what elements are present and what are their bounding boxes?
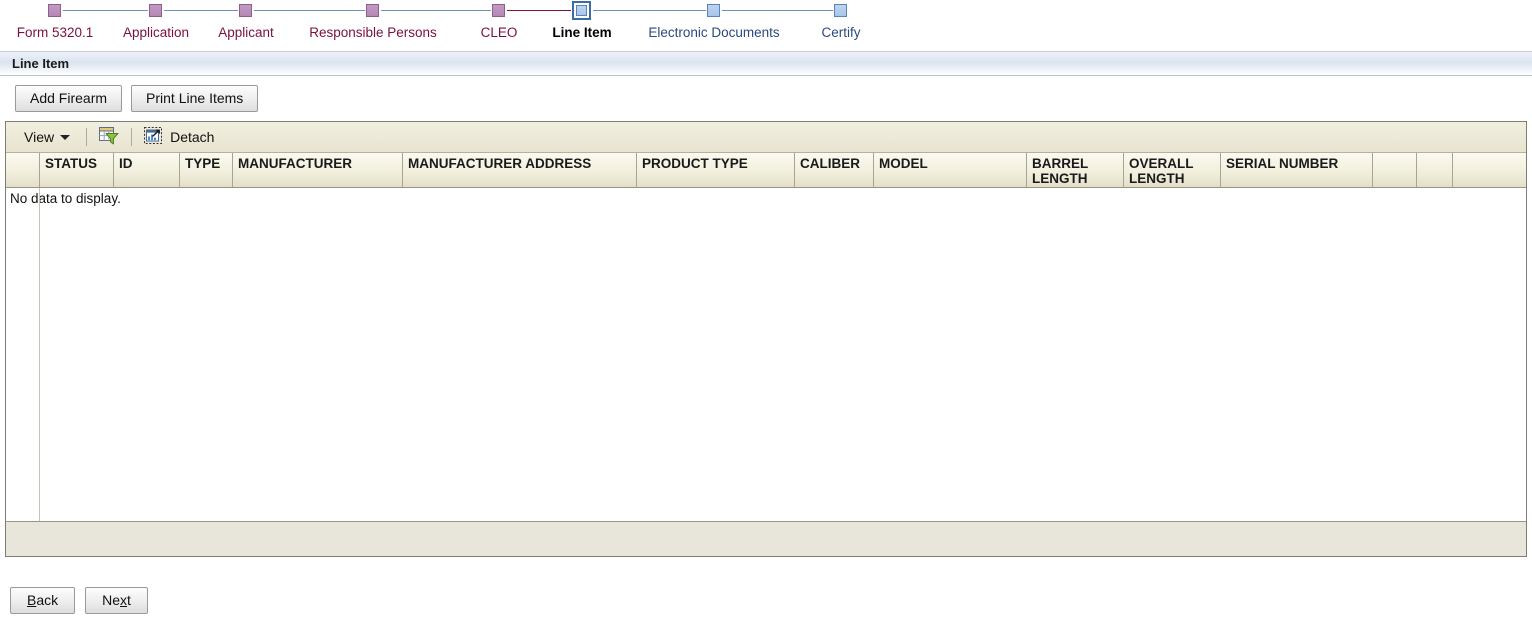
train-connector <box>722 10 833 11</box>
train-node-wrap <box>629 0 799 22</box>
train-node-wrap <box>298 0 448 22</box>
train-step-form-5320-1[interactable]: Form 5320.1 <box>0 0 110 51</box>
toolbar-divider-2 <box>131 128 133 146</box>
line-item-table-panel: View Detach STATUS ID TYPE MANUFACTURER … <box>5 121 1527 557</box>
train-step-line-item[interactable]: Line Item <box>541 0 623 51</box>
wizard-footer-nav: Back Next <box>0 583 1532 614</box>
grid-column-header-caliber[interactable]: CALIBER <box>795 153 874 187</box>
train-step-label: Line Item <box>552 25 612 40</box>
grid-column-header-type[interactable]: TYPE <box>180 153 233 187</box>
train-connector <box>593 10 706 11</box>
train-step-label: Electronic Documents <box>648 25 780 40</box>
grid-column-header-product-type[interactable]: PRODUCT TYPE <box>637 153 795 187</box>
action-button-bar: Add Firearm Print Line Items <box>0 76 1532 121</box>
print-line-items-button[interactable]: Print Line Items <box>131 85 259 112</box>
train-step-label: Responsible Persons <box>309 25 437 40</box>
train-step-certify[interactable]: Certify <box>811 0 871 51</box>
train-node-wrap <box>0 0 110 22</box>
view-menu-button[interactable]: View <box>20 127 74 147</box>
train-step-electronic-documents[interactable]: Electronic Documents <box>629 0 799 51</box>
section-header: Line Item <box>0 52 1532 76</box>
train-step-cleo[interactable]: CLEO <box>470 0 528 51</box>
view-menu-label: View <box>24 129 55 145</box>
grid-status-bar <box>6 522 1526 556</box>
grid-column-header-blank-14[interactable] <box>1453 153 1521 187</box>
train-node-current-icon <box>572 1 591 20</box>
toolbar-divider <box>86 128 88 146</box>
train-connector <box>164 10 238 11</box>
train-step-label: Form 5320.1 <box>16 25 94 40</box>
back-button[interactable]: Back <box>10 587 76 614</box>
train-node-wrap <box>206 0 286 22</box>
grid-toolbar: View Detach <box>6 122 1526 153</box>
train-node-future-icon <box>834 4 847 17</box>
detach-button[interactable]: Detach <box>144 126 215 148</box>
grid-body: No data to display. <box>6 188 1526 522</box>
query-by-example-icon[interactable] <box>99 126 119 148</box>
grid-column-header-blank-0[interactable] <box>6 153 40 187</box>
train-node-wrap <box>811 0 871 22</box>
grid-column-header-id[interactable]: ID <box>114 153 180 187</box>
train-connector <box>254 10 365 11</box>
train-node-visited-icon <box>492 4 505 17</box>
grid-header-row: STATUS ID TYPE MANUFACTURER MANUFACTURER ADD… <box>6 153 1526 188</box>
train-step-label: Certify <box>821 25 861 40</box>
train-node-visited-icon <box>149 4 162 17</box>
train-step-responsible-persons[interactable]: Responsible Persons <box>298 0 448 51</box>
grid-empty-message: No data to display. <box>10 191 121 206</box>
train-node-future-icon <box>707 4 720 17</box>
train-step-label: CLEO <box>480 25 518 40</box>
train-connector <box>381 10 491 11</box>
grid-column-header-blank-12[interactable] <box>1373 153 1417 187</box>
train-node-visited-icon <box>239 4 252 17</box>
train-node-visited-icon <box>366 4 379 17</box>
train-step-label: Applicant <box>218 25 274 40</box>
grid-column-header-barrel-length[interactable]: BARREL LENGTH <box>1027 153 1124 187</box>
grid-column-header-status[interactable]: STATUS <box>40 153 114 187</box>
grid-first-column-divider <box>39 188 40 521</box>
train-connector <box>63 10 148 11</box>
train-step-label: Application <box>122 25 190 40</box>
wizard-train-steps: Form 5320.1 Application Applicant Responsib… <box>0 0 1532 51</box>
grid-column-header-model[interactable]: MODEL <box>874 153 1027 187</box>
grid-column-header-manufacturer-address[interactable]: MANUFACTURER ADDRESS <box>403 153 637 187</box>
train-step-application[interactable]: Application <box>110 0 202 51</box>
detach-label: Detach <box>170 129 215 145</box>
train-node-wrap <box>541 0 623 22</box>
grid-column-header-blank-13[interactable] <box>1417 153 1453 187</box>
grid-column-header-manufacturer[interactable]: MANUFACTURER <box>233 153 403 187</box>
train-node-wrap <box>110 0 202 22</box>
chevron-down-icon <box>60 134 71 140</box>
train-node-visited-icon <box>48 4 61 17</box>
train-step-applicant[interactable]: Applicant <box>206 0 286 51</box>
train-connector <box>507 10 571 11</box>
grid-column-header-serial-number[interactable]: SERIAL NUMBER <box>1221 153 1373 187</box>
wizard-train: Form 5320.1 Application Applicant Responsib… <box>0 0 1532 52</box>
add-firearm-button[interactable]: Add Firearm <box>15 85 123 112</box>
detach-icon <box>144 126 163 148</box>
train-node-wrap <box>470 0 528 22</box>
page-title: Line Item <box>12 56 70 71</box>
next-button[interactable]: Next <box>85 587 148 614</box>
grid-column-header-overall-length[interactable]: OVERALL LENGTH <box>1124 153 1221 187</box>
